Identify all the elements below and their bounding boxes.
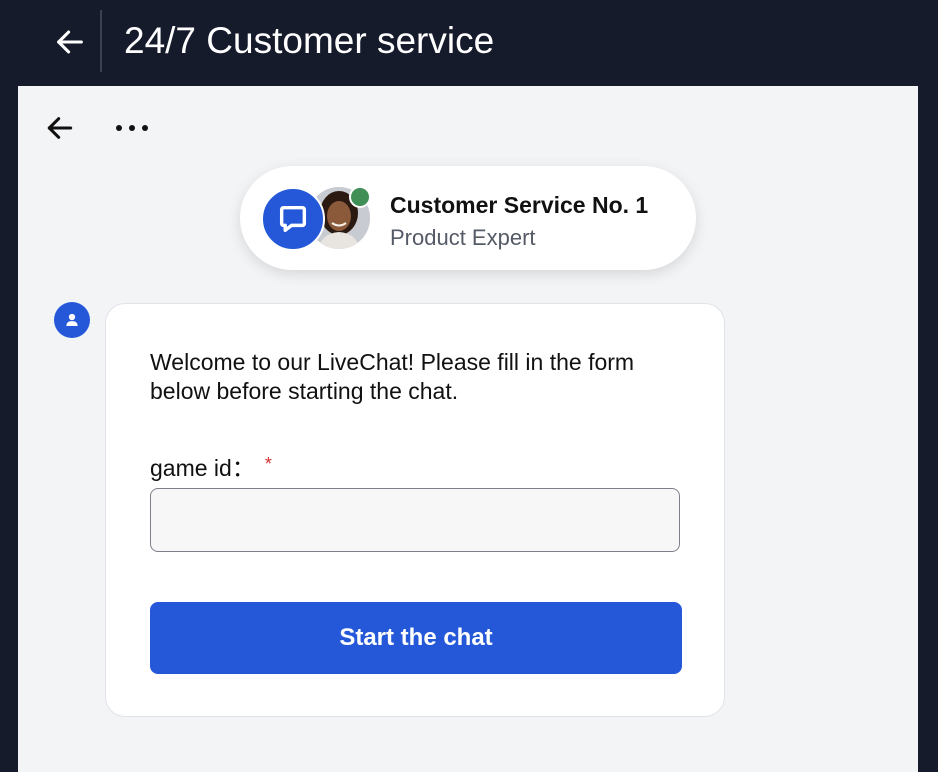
required-marker: * (264, 454, 272, 474)
bot-avatar (54, 302, 90, 338)
more-options-button[interactable] (110, 114, 154, 142)
chat-back-button[interactable] (42, 110, 78, 146)
game-id-label-text: game id： (150, 455, 255, 481)
app-header: 24/7 Customer service (0, 0, 938, 86)
prechat-form-card: Welcome to our LiveChat! Please fill in … (105, 303, 725, 717)
arrow-left-icon (47, 117, 73, 139)
agent-role: Product Expert (390, 225, 536, 250)
chat-panel: Customer Service No. 1 Product Expert We… (18, 86, 918, 772)
chat-bubble-icon (261, 187, 325, 251)
welcome-message: Welcome to our LiveChat! Please fill in … (150, 349, 635, 404)
more-horizontal-icon (116, 125, 122, 131)
game-id-input[interactable] (150, 488, 680, 552)
header-divider (100, 10, 102, 72)
online-status-indicator (349, 186, 371, 208)
page-title: 24/7 Customer service (124, 20, 495, 61)
arrow-left-icon (57, 30, 83, 54)
user-icon (66, 313, 78, 326)
agent-name: Customer Service No. 1 (390, 192, 649, 218)
start-chat-button[interactable]: Start the chat (150, 602, 682, 674)
game-id-label: game id： * (150, 449, 272, 483)
agent-card: Customer Service No. 1 Product Expert (240, 166, 696, 270)
header-back-button[interactable] (50, 22, 90, 62)
